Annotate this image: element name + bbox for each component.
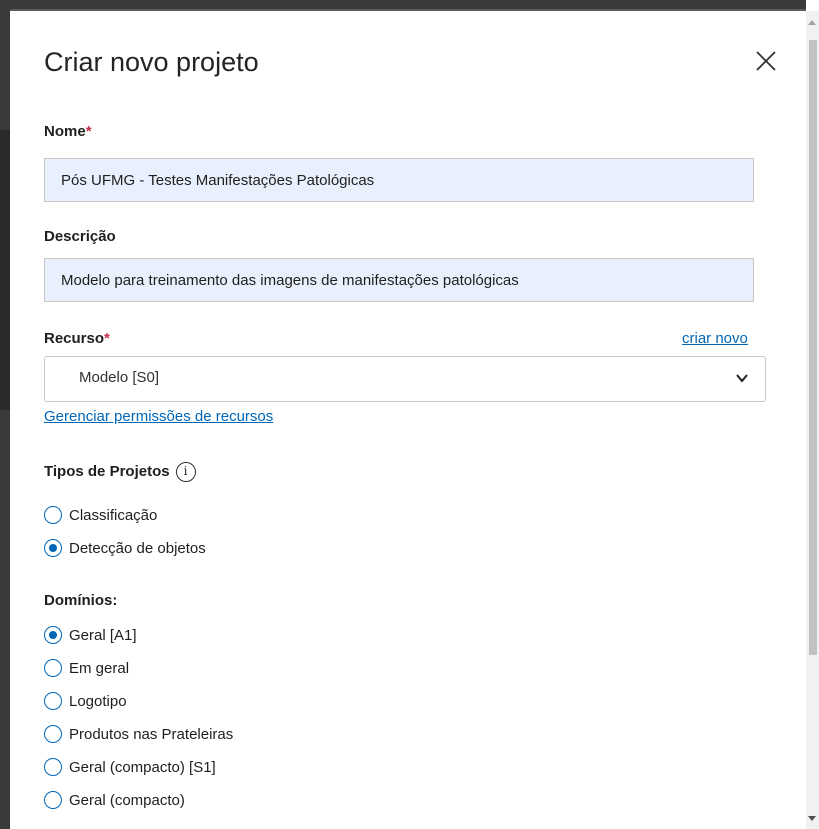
resource-label: Recurso* <box>44 330 110 347</box>
radio-button[interactable] <box>44 692 62 710</box>
radio-button[interactable] <box>44 725 62 743</box>
name-label: Nome* <box>44 123 92 140</box>
scroll-up-arrow-icon[interactable] <box>808 20 816 25</box>
radio-geral-compacto[interactable]: Geral (compacto) <box>44 789 185 811</box>
radio-classificacao[interactable]: Classificação <box>44 504 157 526</box>
close-icon[interactable] <box>751 46 781 76</box>
name-input[interactable] <box>44 158 754 202</box>
description-label: Descrição <box>44 228 116 245</box>
radio-geral-compacto-s1[interactable]: Geral (compacto) [S1] <box>44 756 216 778</box>
radio-deteccao-de-objetos[interactable]: Detecção de objetos <box>44 537 206 559</box>
scrollbar-thumb[interactable] <box>809 40 817 655</box>
scroll-down-arrow-icon[interactable] <box>808 816 816 821</box>
domains-label: Domínios: <box>44 592 118 609</box>
dialog-title: Criar novo projeto <box>44 47 259 77</box>
radio-em-geral[interactable]: Em geral <box>44 657 129 679</box>
radio-button[interactable] <box>44 659 62 677</box>
manage-permissions-link[interactable]: Gerenciar permissões de recursos <box>44 408 273 425</box>
radio-produtos-nas-prateleiras[interactable]: Produtos nas Prateleiras <box>44 723 233 745</box>
required-marker: * <box>85 123 92 140</box>
radio-button[interactable] <box>44 758 62 776</box>
background-overlay <box>0 0 10 829</box>
chevron-down-icon <box>736 374 748 383</box>
radio-button-selected[interactable] <box>44 626 62 644</box>
required-marker: * <box>104 330 110 347</box>
resource-select[interactable]: Modelo [S0] <box>44 356 766 402</box>
info-icon[interactable]: i <box>175 462 196 482</box>
resource-select-value: Modelo [S0] <box>79 369 160 386</box>
radio-logotipo[interactable]: Logotipo <box>44 690 127 712</box>
window-top-border <box>0 0 806 9</box>
radio-button[interactable] <box>44 506 62 524</box>
description-input[interactable] <box>44 258 754 302</box>
radio-geral-a1[interactable]: Geral [A1] <box>44 624 137 646</box>
radio-button-selected[interactable] <box>44 539 62 557</box>
create-new-link[interactable]: criar novo <box>682 330 748 347</box>
radio-button[interactable] <box>44 791 62 809</box>
project-types-label: Tipos de Projetos i <box>44 462 196 482</box>
